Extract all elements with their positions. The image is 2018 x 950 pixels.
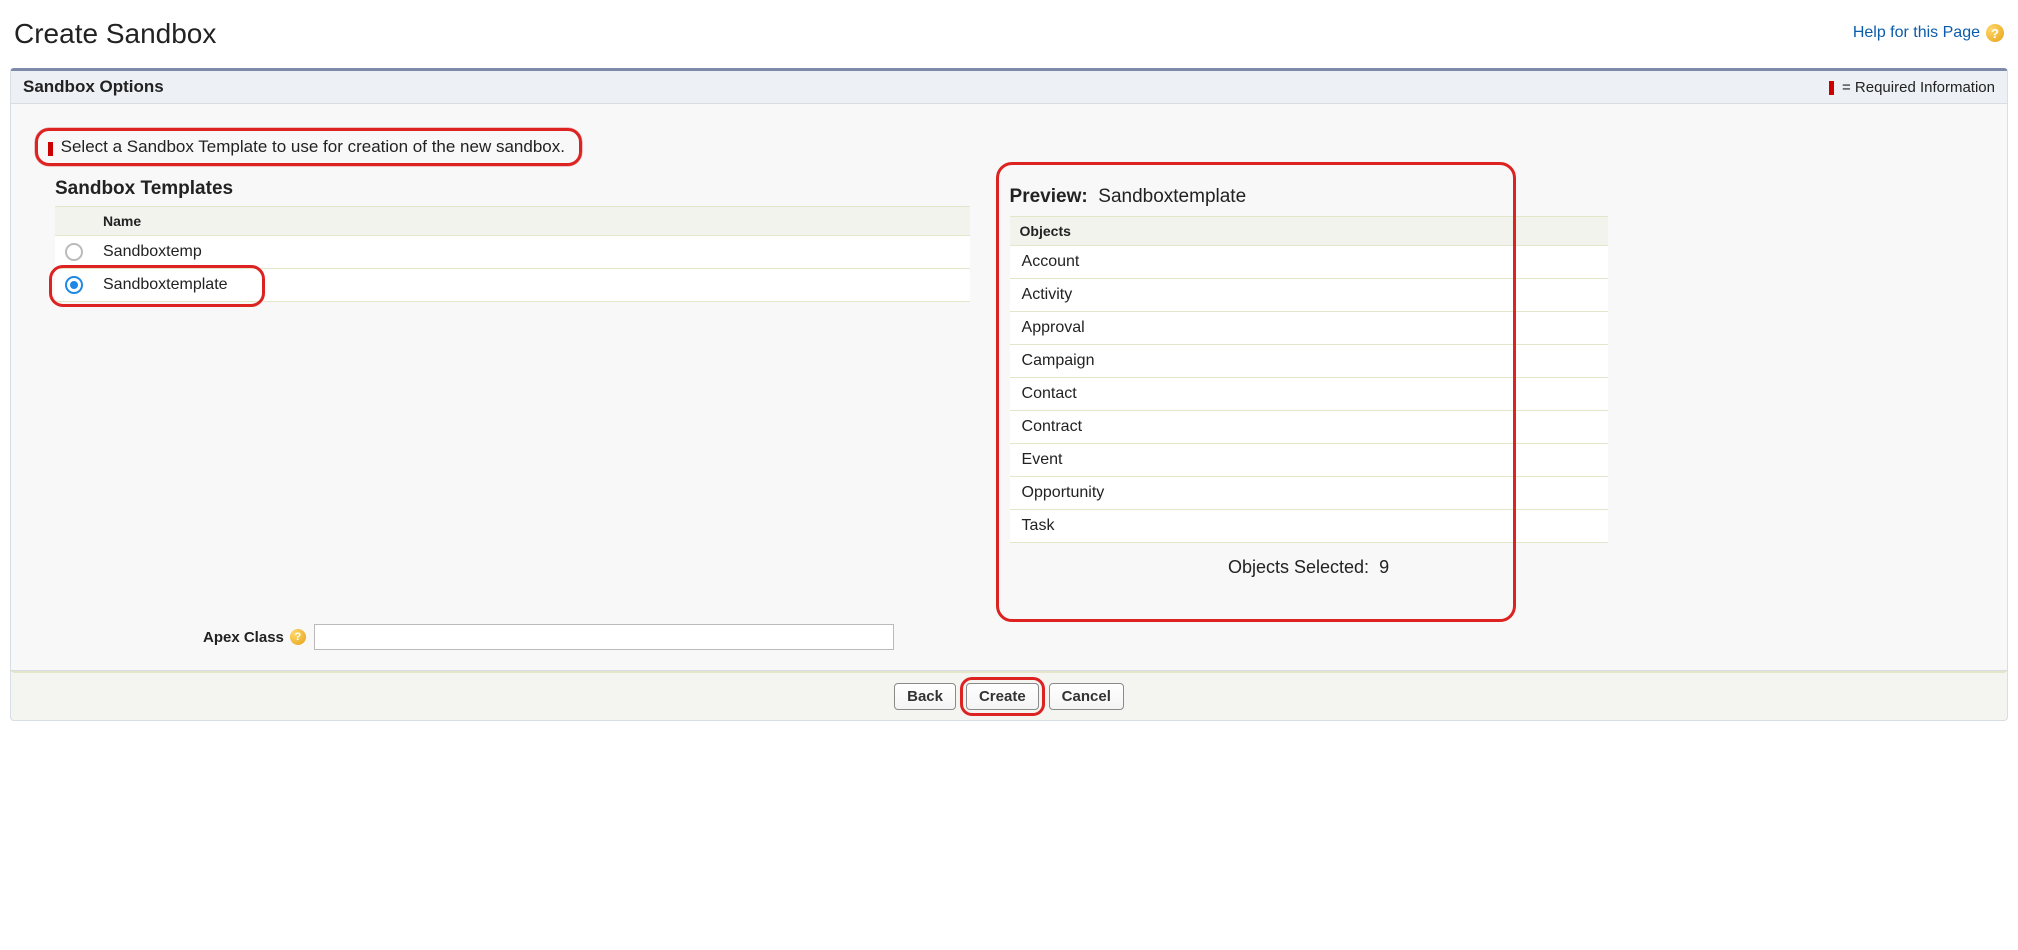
object-cell: Campaign xyxy=(1010,345,1608,378)
table-row: Campaign xyxy=(1010,345,1608,378)
object-cell: Approval xyxy=(1010,312,1608,345)
objects-selected-count: 9 xyxy=(1379,557,1389,577)
object-cell: Event xyxy=(1010,444,1608,477)
cancel-button[interactable]: Cancel xyxy=(1049,683,1124,710)
table-row[interactable]: Sandboxtemp xyxy=(55,236,970,269)
preview-name: Sandboxtemplate xyxy=(1098,186,1246,207)
panel-body: Select a Sandbox Template to use for cre… xyxy=(11,104,2007,670)
table-row: Task xyxy=(1010,510,1608,543)
table-row: Account xyxy=(1010,246,1608,279)
help-link[interactable]: Help for this Page ? xyxy=(1853,18,2004,42)
apex-class-row: Apex Class ? xyxy=(23,624,1995,650)
instruction-text: Select a Sandbox Template to use for cre… xyxy=(61,137,565,156)
templates-column: Sandbox Templates Name Sandbo xyxy=(23,178,970,302)
object-cell: Contract xyxy=(1010,411,1608,444)
help-link-text: Help for this Page xyxy=(1853,24,1980,42)
help-icon[interactable]: ? xyxy=(290,629,306,645)
template-radio[interactable] xyxy=(65,276,83,294)
table-row: Contract xyxy=(1010,411,1608,444)
section-header: Sandbox Options = Required Information xyxy=(11,71,2007,104)
preview-title-row: Preview: Sandboxtemplate xyxy=(1010,186,1995,208)
page-title: Create Sandbox xyxy=(14,18,216,50)
required-indicator-icon xyxy=(1829,81,1834,95)
object-cell: Task xyxy=(1010,510,1608,543)
objects-table: Objects Account Activity Approval Campai… xyxy=(1010,216,1608,543)
page-header: Create Sandbox Help for this Page ? xyxy=(10,8,2008,68)
template-radio[interactable] xyxy=(65,243,83,261)
table-row: Activity xyxy=(1010,279,1608,312)
templates-radio-header xyxy=(55,207,93,236)
create-button[interactable]: Create xyxy=(966,683,1039,710)
instruction-highlight: Select a Sandbox Template to use for cre… xyxy=(35,128,582,166)
object-cell: Activity xyxy=(1010,279,1608,312)
table-row: Opportunity xyxy=(1010,477,1608,510)
table-row: Event xyxy=(1010,444,1608,477)
object-cell: Opportunity xyxy=(1010,477,1608,510)
object-cell: Account xyxy=(1010,246,1608,279)
apex-class-label: Apex Class xyxy=(203,629,284,646)
template-name-cell: Sandboxtemp xyxy=(93,236,970,269)
table-row[interactable]: Sandboxtemplate xyxy=(55,269,970,302)
object-cell: Contact xyxy=(1010,378,1608,411)
section-title: Sandbox Options xyxy=(23,77,164,97)
footer-button-bar: Back Create Cancel xyxy=(10,671,2008,721)
sandbox-options-panel: Sandbox Options = Required Information S… xyxy=(10,68,2008,671)
required-info-legend: = Required Information xyxy=(1829,79,1995,96)
objects-selected-row: Objects Selected: 9 xyxy=(1010,543,1608,582)
back-button[interactable]: Back xyxy=(894,683,956,710)
template-name-cell: Sandboxtemplate xyxy=(93,269,970,302)
templates-heading: Sandbox Templates xyxy=(55,178,970,200)
preview-label: Preview: xyxy=(1010,186,1088,207)
table-row: Contact xyxy=(1010,378,1608,411)
preview-column: Preview: Sandboxtemplate Objects Account… xyxy=(970,178,1995,590)
templates-name-header: Name xyxy=(93,207,970,236)
required-indicator-icon xyxy=(48,142,53,156)
objects-selected-label: Objects Selected: xyxy=(1228,557,1369,577)
apex-class-input[interactable] xyxy=(314,624,894,650)
table-row: Approval xyxy=(1010,312,1608,345)
objects-header: Objects xyxy=(1010,217,1608,246)
templates-table: Name Sandboxtemp xyxy=(55,206,970,302)
required-info-text: = Required Information xyxy=(1842,79,1995,96)
help-icon: ? xyxy=(1986,24,2004,42)
